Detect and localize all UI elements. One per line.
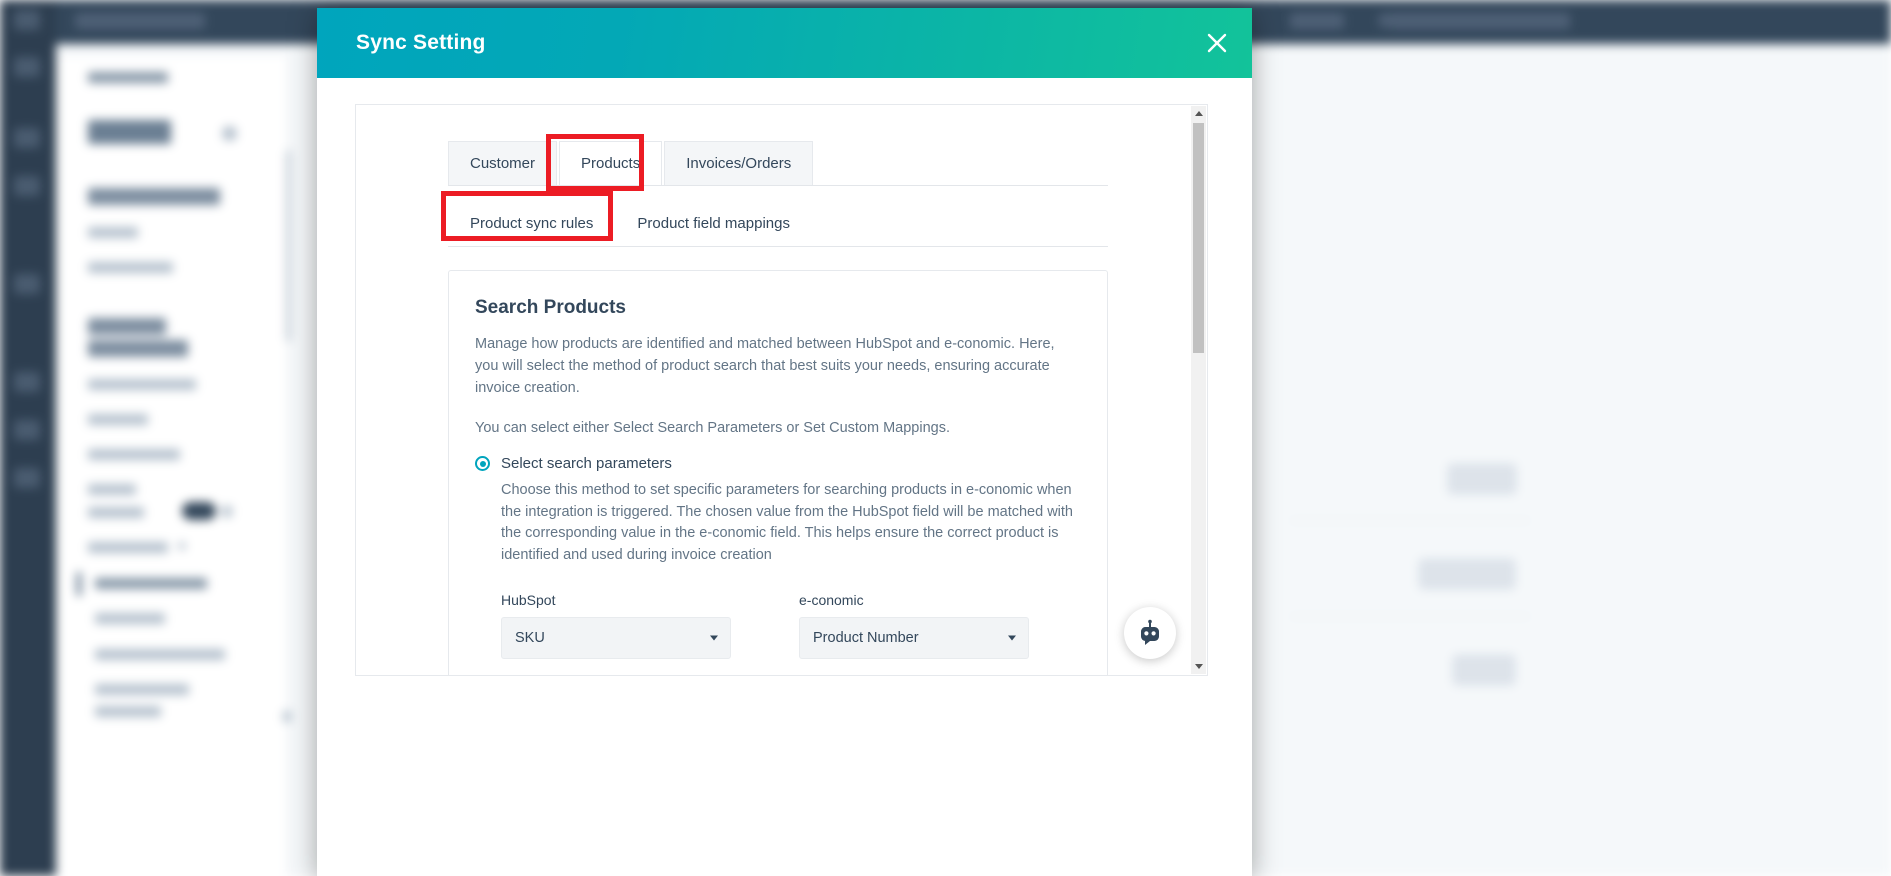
arrow-up-icon[interactable]: [1191, 106, 1206, 121]
bg-action-button: [1419, 559, 1515, 589]
subtab-label: Product field mappings: [637, 215, 790, 232]
chevron-down-icon: [710, 635, 718, 641]
bg-nav-text: [88, 449, 180, 460]
card-paragraph-2: You can select either Select Search Para…: [475, 420, 950, 436]
modal-body: Customer Products Invoices/Orders Produc…: [317, 78, 1252, 876]
bg-topbar-item: [1390, 13, 1570, 29]
radio-button-icon: [475, 456, 490, 471]
bg-nav-text: [95, 613, 165, 624]
bg-toggle: [182, 502, 216, 520]
main-tab-bar-wrapper: Customer Products Invoices/Orders: [448, 141, 1108, 186]
bg-section-heading: [88, 340, 188, 357]
bg-nav-text: [88, 542, 168, 553]
radio-label: Select search parameters: [501, 455, 672, 472]
select-value: Product Number: [813, 630, 919, 646]
bg-topbar-item: [1290, 13, 1344, 29]
bg-breadcrumb: [88, 72, 168, 83]
settings-scroll-content: Customer Products Invoices/Orders Produc…: [356, 141, 1194, 675]
bg-rail-icon: [14, 372, 40, 392]
bg-nav-text: [95, 684, 189, 695]
bg-action-button: [1448, 464, 1516, 494]
arrow-up-glyph: [1194, 111, 1203, 116]
bg-nav-text: [222, 506, 232, 517]
tab-label: Customer: [470, 155, 536, 172]
arrow-down-icon[interactable]: [1191, 659, 1206, 674]
bg-nav-text: [88, 414, 148, 425]
subtab-label: Product sync rules: [470, 215, 594, 232]
vertical-scrollbar[interactable]: [1191, 106, 1206, 674]
modal-title: Sync Setting: [356, 31, 486, 54]
bg-nav-text: [95, 706, 161, 717]
card-title: Search Products: [475, 297, 626, 318]
bg-nav-chevron: [178, 542, 186, 550]
bg-rail-icon: [14, 468, 40, 488]
chevron-down-icon: [1008, 635, 1016, 641]
field-label: e-conomic: [799, 592, 864, 608]
bg-rail-icon: [14, 274, 40, 294]
bg-nav-text: [95, 578, 207, 589]
sub-tab-bar: Product sync rules Product field mapping…: [448, 201, 1108, 247]
radio-select-search-parameters[interactable]: Select search parameters: [475, 455, 1081, 472]
arrow-down-glyph: [1194, 664, 1203, 669]
bg-rail-icon: [14, 420, 40, 440]
bg-divider: [1290, 520, 1530, 521]
close-icon[interactable]: [1200, 26, 1234, 60]
economic-field-select[interactable]: Product Number: [799, 617, 1029, 659]
tab-label: Invoices/Orders: [686, 155, 792, 172]
bg-nav-text: [95, 649, 225, 660]
scroll-thumb[interactable]: [1193, 123, 1204, 353]
bg-divider: [1290, 616, 1530, 617]
settings-scroll-frame: Customer Products Invoices/Orders Produc…: [355, 104, 1208, 676]
bg-nav-text: [88, 507, 144, 518]
bg-action-button: [1453, 655, 1515, 685]
bg-rail-icon: [14, 128, 40, 148]
bg-topbar-avatar: [1378, 13, 1393, 28]
field-economic: e-conomic Product Number: [799, 592, 1029, 659]
bg-nav-text: [88, 227, 138, 238]
modal-header: Sync Setting: [317, 8, 1252, 78]
bg-settings-panel: [57, 56, 289, 876]
chat-launcher-button[interactable]: [1124, 607, 1176, 659]
search-parameter-fields: HubSpot SKU e-conomic Product Number: [501, 592, 1081, 659]
bg-rail-icon: [14, 57, 40, 77]
bg-nav-text: [88, 379, 196, 390]
select-value: SKU: [515, 630, 545, 646]
tab-invoices-orders[interactable]: Invoices/Orders: [664, 141, 814, 185]
bg-rail-icon: [14, 176, 40, 196]
tab-customer[interactable]: Customer: [448, 141, 558, 185]
bg-active-indicator: [77, 572, 81, 596]
field-label: HubSpot: [501, 592, 556, 608]
search-products-card: Search Products Manage how products are …: [448, 270, 1108, 675]
bg-nav-text: [88, 484, 136, 495]
bg-nav-text: [283, 711, 291, 722]
sync-setting-modal: Sync Setting Customer Products Invoices/…: [317, 8, 1252, 876]
main-tab-bar: Customer Products Invoices/Orders: [448, 141, 1108, 186]
bg-section-heading: [88, 318, 166, 335]
chat-robot-icon: [1141, 619, 1159, 645]
card-paragraph-1: Manage how products are identified and m…: [475, 336, 1055, 396]
hubspot-field-select[interactable]: SKU: [501, 617, 731, 659]
field-hubspot: HubSpot SKU: [501, 592, 731, 659]
bg-help-icon: [222, 126, 237, 141]
option-1-description: Choose this method to set specific param…: [501, 482, 1073, 563]
bg-page-title: [88, 120, 171, 144]
bg-section-heading: [88, 188, 220, 205]
bg-nav-text: [88, 262, 173, 273]
tab-label: Products: [581, 155, 641, 172]
subtab-product-sync-rules[interactable]: Product sync rules: [448, 201, 616, 246]
bg-topbar-item: [75, 13, 205, 29]
subtab-product-field-mappings[interactable]: Product field mappings: [615, 201, 812, 246]
tab-products[interactable]: Products: [559, 141, 663, 185]
bg-panel-scrollbar: [286, 150, 291, 342]
bg-rail-icon: [14, 10, 40, 30]
